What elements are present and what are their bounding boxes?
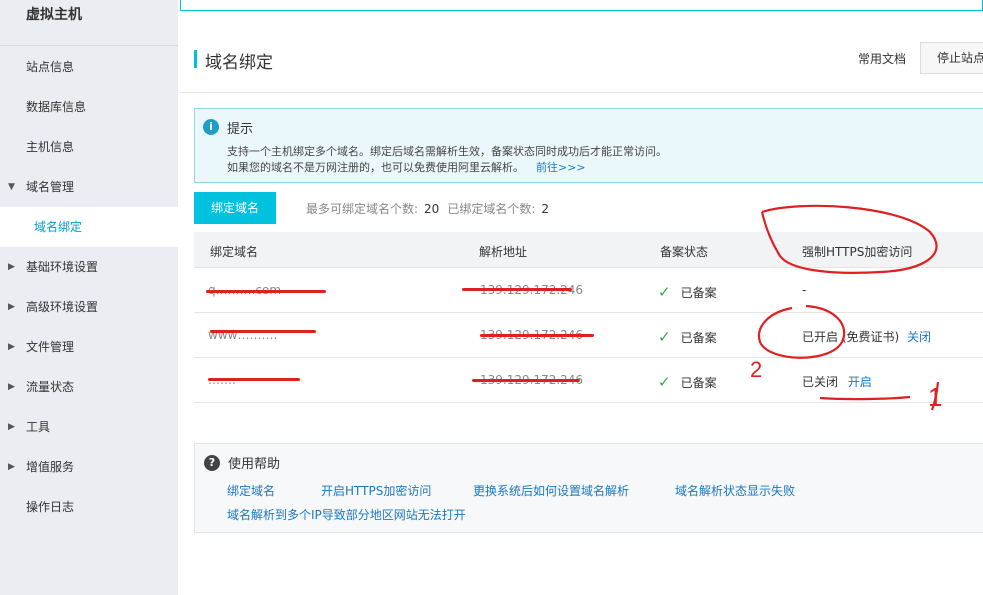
- sidebar-item-basic-env[interactable]: ▶ 基础环境设置: [0, 247, 178, 287]
- https-state-cell: 已开启 (免费证书) 关闭: [802, 328, 931, 345]
- redaction-mark: [462, 288, 572, 291]
- check-icon: ✓: [658, 373, 671, 391]
- tip-more-link[interactable]: 前往>>>: [536, 161, 586, 174]
- question-icon: ?: [204, 455, 220, 471]
- https-state-cell: 已关闭 开启: [802, 373, 872, 390]
- caret-right-icon: ▶: [8, 342, 15, 352]
- https-extra-text: (免费证书): [841, 330, 900, 344]
- bind-domain-button[interactable]: 绑定域名: [194, 192, 276, 224]
- sidebar-item-value-added[interactable]: ▶ 增值服务: [0, 447, 178, 487]
- sidebar-item-file-management[interactable]: ▶ 文件管理: [0, 327, 178, 367]
- tip-line-2: 如果您的域名不是万网注册的，也可以免费使用阿里云解析。 前往>>>: [227, 159, 586, 175]
- https-disable-link[interactable]: 关闭: [907, 330, 931, 344]
- redaction-mark: [480, 334, 594, 337]
- sidebar-item-database-info[interactable]: 数据库信息: [0, 87, 178, 127]
- sidebar-item-label: 文件管理: [26, 340, 75, 354]
- check-icon: ✓: [658, 328, 671, 346]
- redaction-mark: [206, 290, 326, 293]
- filing-status-cell: ✓ 已备案: [658, 373, 717, 391]
- help-link-dns-after-system-change[interactable]: 更换系统后如何设置域名解析: [473, 482, 629, 499]
- https-state-text: 已开启: [802, 330, 839, 344]
- sidebar-item-label: 增值服务: [26, 460, 75, 474]
- tip-box: i 提示 支持一个主机绑定多个域名。绑定后域名需解析生效，备案状态同时成功后才能…: [194, 108, 983, 183]
- sidebar-item-traffic-status[interactable]: ▶ 流量状态: [0, 367, 178, 407]
- check-icon: ✓: [658, 283, 671, 301]
- col-filing-status: 备案状态: [660, 245, 709, 259]
- col-force-https: 强制HTTPS加密访问: [802, 245, 913, 259]
- sidebar-item-label: 基础环境设置: [26, 260, 99, 274]
- filing-status-text: 已备案: [680, 376, 717, 390]
- sidebar-item-label: 流量状态: [26, 380, 75, 394]
- help-link-enable-https[interactable]: 开启HTTPS加密访问: [321, 482, 431, 499]
- sidebar-item-label: 高级环境设置: [26, 300, 99, 314]
- sidebar-item-label: 域名管理: [26, 180, 75, 194]
- redaction-mark: [208, 378, 300, 381]
- help-title: 使用帮助: [228, 457, 281, 472]
- docs-link[interactable]: 常用文档: [858, 50, 906, 67]
- page-title: 域名绑定: [205, 53, 273, 73]
- filing-status-text: 已备案: [680, 286, 717, 300]
- sidebar-item-label: 主机信息: [26, 140, 75, 154]
- sidebar-brand: 虚拟主机: [0, 0, 178, 46]
- caret-right-icon: ▶: [8, 382, 15, 392]
- sidebar-item-label: 操作日志: [26, 500, 75, 514]
- sidebar-item-advanced-env[interactable]: ▶ 高级环境设置: [0, 287, 178, 327]
- caret-right-icon: ▶: [8, 462, 15, 472]
- header-divider: [180, 92, 983, 93]
- table-header: 绑定域名 解析地址 备案状态 强制HTTPS加密访问: [194, 232, 983, 268]
- sidebar: 虚拟主机 站点信息 数据库信息 主机信息 ▼ 域名管理 域名绑定 ▶ 基础环境设置 …: [0, 0, 178, 595]
- tip-title: 提示: [227, 122, 254, 137]
- top-strip: [180, 0, 983, 11]
- help-panel: ? 使用帮助 绑定域名 开启HTTPS加密访问 更换系统后如何设置域名解析 域名…: [194, 443, 983, 533]
- sidebar-item-tools[interactable]: ▶ 工具: [0, 407, 178, 447]
- filing-status-text: 已备案: [680, 331, 717, 345]
- https-state-cell: -: [802, 283, 807, 297]
- max-domains-label: 最多可绑定域名个数:: [306, 202, 419, 216]
- help-link-multi-ip[interactable]: 域名解析到多个IP导致部分地区网站无法打开: [227, 506, 466, 523]
- sidebar-item-label: 站点信息: [26, 60, 75, 74]
- col-resolve-address: 解析地址: [479, 245, 528, 259]
- caret-right-icon: ▶: [8, 262, 15, 272]
- col-domain: 绑定域名: [210, 245, 259, 259]
- redaction-mark: [472, 379, 580, 382]
- help-link-bind-domain[interactable]: 绑定域名: [227, 482, 275, 499]
- sidebar-item-label: 数据库信息: [26, 100, 87, 114]
- max-domains-value: 20: [424, 202, 440, 216]
- sidebar-item-label: 域名绑定: [34, 220, 83, 234]
- page-header: 域名绑定 常用文档 停止站点: [180, 38, 983, 82]
- tip-line-1: 支持一个主机绑定多个域名。绑定后域名需解析生效，备案状态同时成功后才能正常访问。: [227, 145, 667, 158]
- caret-down-icon: ▼: [8, 182, 15, 192]
- sidebar-item-label: 工具: [26, 420, 51, 434]
- sidebar-item-site-info[interactable]: 站点信息: [0, 47, 178, 87]
- bound-domains-value: 2: [541, 202, 550, 216]
- https-state-text: 已关闭: [802, 375, 839, 389]
- https-enable-link[interactable]: 开启: [848, 375, 872, 389]
- domain-counts: 最多可绑定域名个数: 20 已绑定域名个数: 2: [306, 200, 557, 217]
- sidebar-item-domain-binding[interactable]: 域名绑定: [0, 207, 178, 247]
- info-icon: i: [203, 119, 219, 135]
- table-row: ……. 139.129.172.246 ✓已备案 已关闭 开启: [194, 358, 983, 403]
- help-link-dns-status-failed[interactable]: 域名解析状态显示失败: [675, 482, 795, 499]
- stop-site-button[interactable]: 停止站点: [920, 42, 983, 74]
- filing-status-cell: ✓ 已备案: [658, 283, 717, 301]
- bound-domains-label: 已绑定域名个数:: [447, 202, 536, 216]
- sidebar-item-operation-log[interactable]: 操作日志: [0, 487, 178, 527]
- tip-line-2-text: 如果您的域名不是万网注册的，也可以免费使用阿里云解析。: [227, 161, 524, 174]
- caret-right-icon: ▶: [8, 302, 15, 312]
- sidebar-item-host-info[interactable]: 主机信息: [0, 127, 178, 167]
- sidebar-item-domain-management[interactable]: ▼ 域名管理: [0, 167, 178, 207]
- caret-right-icon: ▶: [8, 422, 15, 432]
- filing-status-cell: ✓ 已备案: [658, 328, 717, 346]
- title-accent-bar: [194, 50, 197, 68]
- redaction-mark: [210, 330, 316, 333]
